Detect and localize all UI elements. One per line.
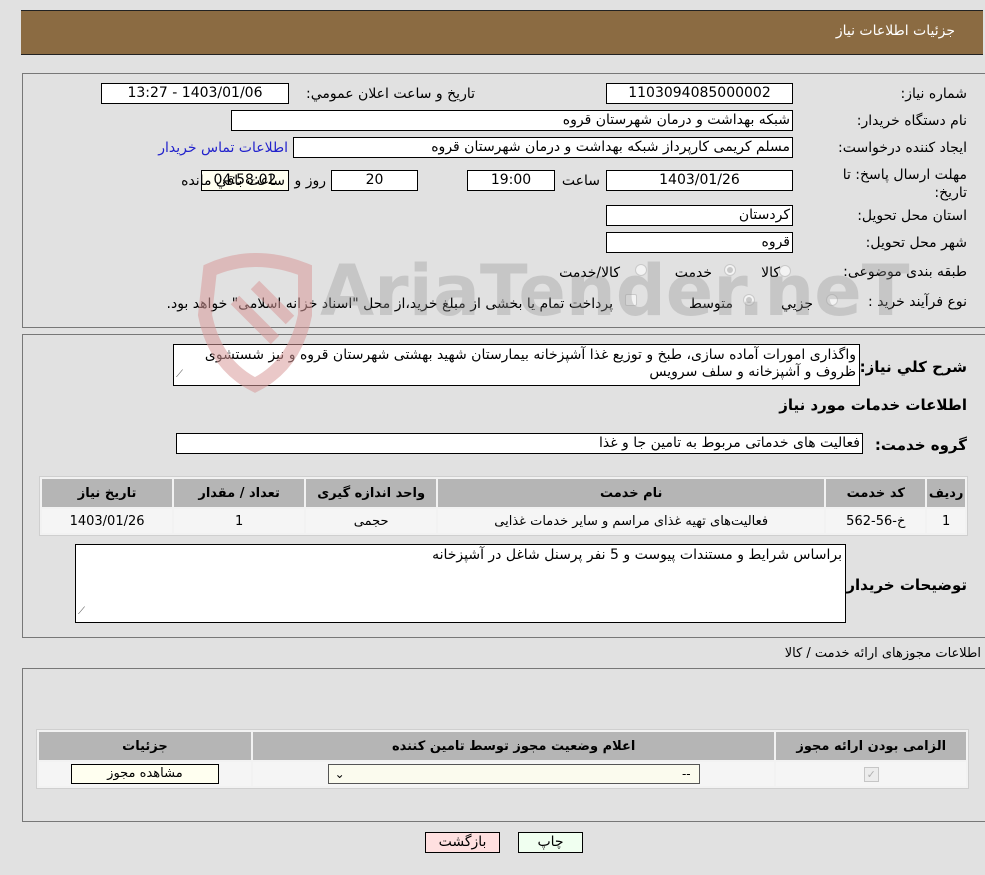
cell-need-date: 1403/01/26 xyxy=(42,509,173,533)
page-header: جزئیات اطلاعات نیاز xyxy=(21,10,983,55)
licenses-section-title: اطلاعات مجوزهای ارائه خدمت / کالا xyxy=(784,646,981,661)
buyer-notes-textarea[interactable]: براساس شرایط و مستندات پیوست و 5 نفر پرس… xyxy=(75,544,846,623)
cell-license-status: -- ⌄ xyxy=(252,762,775,786)
requester-label: ایجاد کننده درخواست: xyxy=(838,140,967,156)
description-textarea[interactable]: واگذاری امورات آماده سازی، طبخ و توزیع غ… xyxy=(173,344,860,386)
services-table-header: ردیف کد خدمت نام خدمت واحد اندازه گیری ت… xyxy=(42,479,965,507)
deadline-time-label: ساعت xyxy=(561,173,600,189)
table-row: 1 خ-56-562 فعالیت‌های تهیه غذای مراسم و … xyxy=(42,509,965,533)
col-service-name: نام خدمت xyxy=(438,479,825,507)
process-option-medium: متوسط xyxy=(689,296,733,312)
category-radio-goods[interactable] xyxy=(779,265,791,277)
licenses-table: الزامی بودن ارائه مجوز اعلام وضعیت مجوز … xyxy=(36,729,969,789)
cell-service-name: فعالیت‌های تهیه غذای مراسم و سایر خدمات … xyxy=(438,509,825,533)
service-group-label: گروه خدمت: xyxy=(874,436,967,454)
buyer-org-label: نام دستگاه خریدار: xyxy=(856,113,967,129)
resize-grip-icon[interactable]: ⟋ xyxy=(176,366,183,383)
city-field[interactable]: قروه xyxy=(606,232,793,253)
page-title: جزئیات اطلاعات نیاز xyxy=(835,23,955,39)
buyer-notes-label: توضیحات خریدار: xyxy=(840,576,967,594)
need-number-field[interactable]: 1103094085000002 xyxy=(606,83,793,104)
description-text: واگذاری امورات آماده سازی، طبخ و توزیع غ… xyxy=(204,347,856,380)
chevron-down-icon: ⌄ xyxy=(334,767,345,781)
col-license-details: جزئیات xyxy=(39,732,251,760)
province-label: استان محل تحویل: xyxy=(857,208,967,224)
view-license-button[interactable]: مشاهده مجوز xyxy=(70,764,219,784)
process-radio-small[interactable] xyxy=(826,294,838,306)
col-unit: واحد اندازه گیری xyxy=(306,479,437,507)
category-option-goods-service: کالا/خدمت xyxy=(559,265,620,281)
category-option-service: خدمت xyxy=(674,265,712,281)
table-row: ✓ -- ⌄ مشاهده مجوز xyxy=(39,762,966,786)
remaining-label: ساعت باقي مانده xyxy=(181,173,285,189)
col-service-code: کد خدمت xyxy=(826,479,926,507)
license-status-selected: -- xyxy=(681,767,691,781)
cell-service-code: خ-56-562 xyxy=(826,509,926,533)
back-button[interactable]: بازگشت xyxy=(425,832,500,853)
buyer-notes-text: براساس شرایط و مستندات پیوست و 5 نفر پرس… xyxy=(432,547,842,563)
col-license-status: اعلام وضعیت مجوز توسط تامین کننده xyxy=(252,732,775,760)
category-radio-goods-service[interactable] xyxy=(635,264,647,276)
announce-datetime-field[interactable]: 1403/01/06 - 13:27 xyxy=(101,83,289,104)
cell-quantity: 1 xyxy=(174,509,305,533)
cell-license-required: ✓ xyxy=(776,762,966,786)
services-table: ردیف کد خدمت نام خدمت واحد اندازه گیری ت… xyxy=(39,476,968,536)
buyer-org-field[interactable]: شبکه بهداشت و درمان شهرستان قروه xyxy=(231,110,793,131)
deadline-time-field[interactable]: 19:00 xyxy=(467,170,555,191)
col-license-required: الزامی بودن ارائه مجوز xyxy=(776,732,966,760)
col-need-date: تاریخ نیاز xyxy=(42,479,173,507)
announce-label: تاریخ و ساعت اعلان عمومي: xyxy=(306,86,475,102)
licenses-table-header: الزامی بودن ارائه مجوز اعلام وضعیت مجوز … xyxy=(39,732,966,760)
treasury-checkbox[interactable] xyxy=(625,294,637,306)
process-label: نوع فرآیند خرید : xyxy=(868,294,967,310)
category-radio-service[interactable] xyxy=(724,264,736,276)
col-row-number: ردیف xyxy=(927,479,965,507)
cell-row-number: 1 xyxy=(927,509,965,533)
cell-unit: حجمی xyxy=(306,509,437,533)
col-quantity: تعداد / مقدار xyxy=(174,479,305,507)
deadline-label: مهلت ارسال پاسخ: تا تاریخ: xyxy=(842,167,967,201)
buyer-contact-link[interactable]: اطلاعات تماس خریدار xyxy=(158,140,288,156)
city-label: شهر محل تحویل: xyxy=(865,235,967,251)
category-label: طبقه بندی موضوعی: xyxy=(843,264,967,280)
license-required-checkbox[interactable]: ✓ xyxy=(863,766,879,782)
process-option-small: جزیي xyxy=(781,296,813,312)
days-remaining-field[interactable]: 20 xyxy=(331,170,418,191)
need-number-label: شماره نیاز: xyxy=(900,86,968,102)
deadline-date-field[interactable]: 1403/01/26 xyxy=(606,170,793,191)
treasury-note: پرداخت تمام یا بخشی از مبلغ خرید،از محل … xyxy=(166,296,613,312)
license-status-select[interactable]: -- ⌄ xyxy=(327,764,700,784)
days-label: روز و xyxy=(294,173,327,189)
print-button[interactable]: چاپ xyxy=(518,832,583,853)
service-group-field[interactable]: فعالیت های خدماتی مربوط به تامین جا و غذ… xyxy=(176,433,863,454)
province-field[interactable]: کردستان xyxy=(606,205,793,226)
process-radio-medium[interactable] xyxy=(743,294,755,306)
requester-field[interactable]: مسلم کریمی کارپرداز شبکه بهداشت و درمان … xyxy=(293,137,793,158)
resize-grip-icon[interactable]: ⟋ xyxy=(78,603,85,620)
cell-license-details: مشاهده مجوز xyxy=(39,762,251,786)
category-option-goods: کالا xyxy=(761,265,780,281)
description-label: شرح كلي نياز: xyxy=(859,358,967,376)
services-section-title: اطلاعات خدمات مورد نیاز xyxy=(779,396,967,414)
